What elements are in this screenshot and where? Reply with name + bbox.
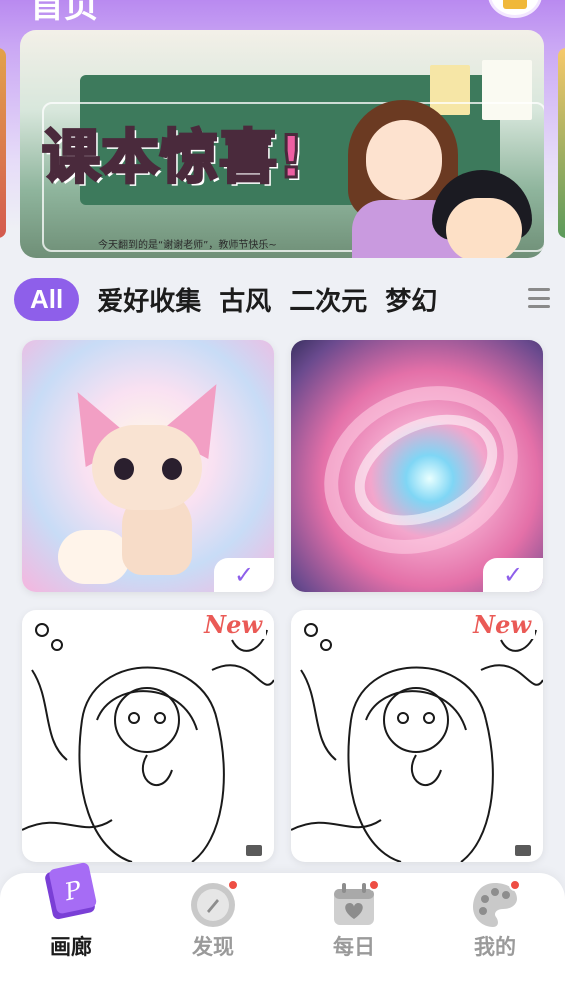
trophy-icon[interactable] (488, 0, 542, 18)
banner-prev-slide[interactable] (0, 48, 6, 238)
coloring-lineart (22, 623, 274, 862)
artwork-shape (162, 458, 182, 480)
banner-next-slide[interactable] (558, 48, 565, 238)
nav-gallery[interactable]: P 画廊 (11, 862, 131, 1004)
promo-banner[interactable]: 课本惊喜! 今天翻到的是“谢谢老师”，教师节快乐~ (20, 30, 544, 258)
category-tabs: All 爱好收集 古风 二次元 梦幻 (14, 274, 534, 324)
gallery-card-galaxy[interactable]: ✓ (291, 340, 543, 592)
nav-label: 发现 (192, 935, 234, 959)
banner-subtitle: 今天翻到的是“谢谢老师”，教师节快乐~ (98, 240, 277, 251)
coloring-lineart (291, 623, 543, 862)
nav-label: 画廊 (50, 935, 92, 959)
gallery-card-fox[interactable]: ✓ (22, 340, 274, 592)
gallery-card-lineart[interactable]: New (291, 610, 543, 862)
check-icon: ✓ (214, 558, 274, 592)
gallery-book-icon: P (45, 862, 97, 920)
new-badge: New (469, 610, 535, 639)
artwork-shape (58, 530, 130, 584)
page-title: 首页 (30, 0, 98, 26)
tab-ancient-style[interactable]: 古风 (219, 281, 271, 318)
notification-dot (368, 879, 380, 891)
gallery-card-lineart[interactable]: New (22, 610, 274, 862)
banner-title: 课本惊喜! (40, 122, 306, 193)
notification-dot (509, 879, 521, 891)
video-icon (246, 845, 262, 856)
artwork-shape (114, 458, 134, 480)
nav-discover[interactable]: 发现 (153, 873, 273, 1004)
tab-fantasy[interactable]: 梦幻 (385, 281, 437, 318)
check-icon: ✓ (483, 558, 543, 592)
tab-anime[interactable]: 二次元 (289, 281, 367, 318)
nav-profile[interactable]: 我的 (435, 873, 555, 1004)
nav-daily[interactable]: 每日 (294, 873, 414, 1004)
nav-label: 我的 (474, 935, 516, 959)
artwork-shape (92, 425, 202, 510)
menu-icon[interactable] (528, 286, 550, 310)
student-illustration (432, 170, 542, 258)
tab-hobby-collection[interactable]: 爱好收集 (97, 281, 201, 318)
new-badge: New (200, 610, 266, 639)
tab-all[interactable]: All (14, 277, 80, 321)
bottom-nav: P 画廊 发现 每日 我的 (0, 862, 565, 1004)
nav-label: 每日 (333, 935, 375, 959)
notification-dot (227, 879, 239, 891)
video-icon (515, 845, 531, 856)
